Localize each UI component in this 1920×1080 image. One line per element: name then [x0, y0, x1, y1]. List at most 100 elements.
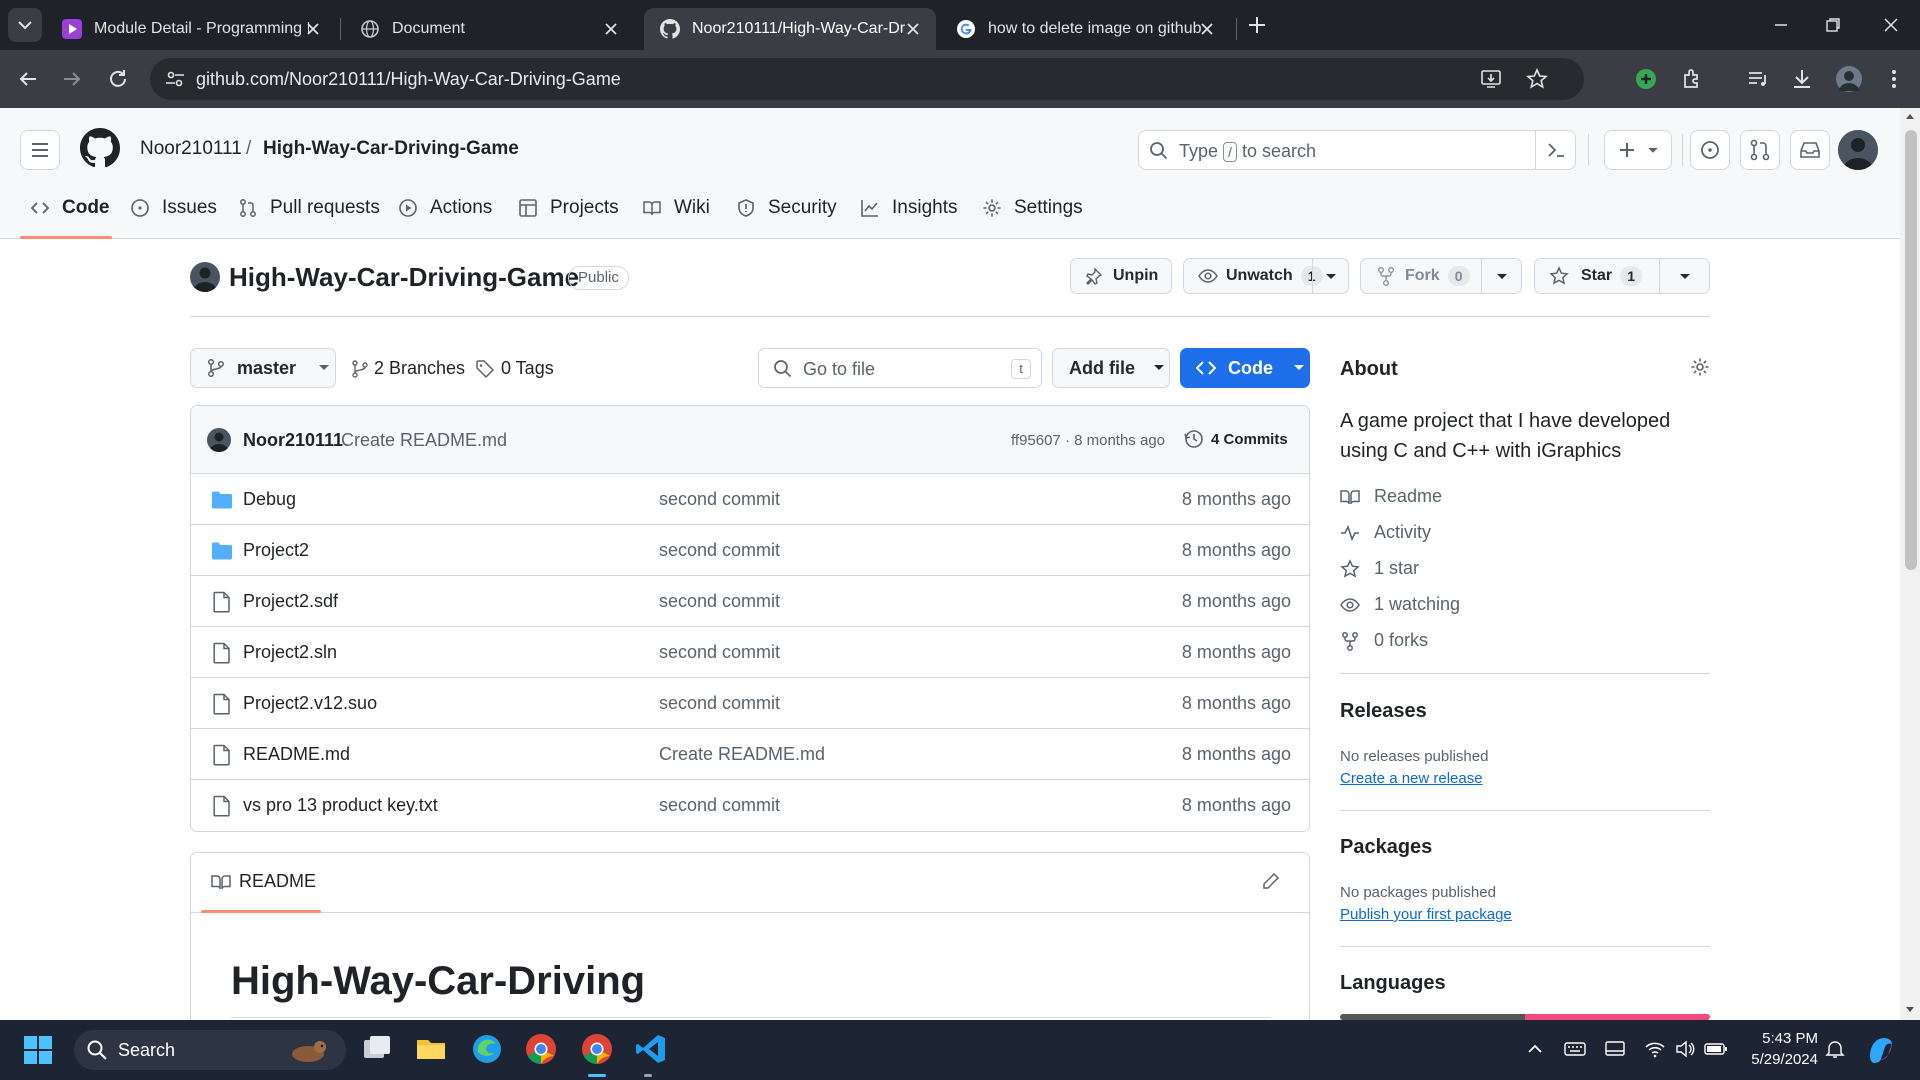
address-bar[interactable]: github.com/Noor210111/High-Way-Car-Drivi…: [150, 58, 1584, 100]
repo-title[interactable]: High-Way-Car-Driving-Game: [229, 262, 579, 293]
more-menu-icon[interactable]: [1882, 67, 1906, 91]
tab-issues[interactable]: Issues: [130, 190, 217, 226]
file-commit-message[interactable]: second commit: [659, 489, 780, 510]
media-controls-icon[interactable]: [1746, 67, 1770, 91]
tab-settings[interactable]: Settings: [982, 190, 1083, 226]
forward-arrow-icon[interactable]: [60, 67, 84, 91]
edge-browser-icon[interactable]: [470, 1032, 504, 1066]
pencil-edit-icon[interactable]: [1261, 871, 1281, 891]
breadcrumb-owner[interactable]: Noor210111: [140, 138, 242, 160]
branch-select-button[interactable]: master: [190, 348, 336, 388]
battery-icon[interactable]: [1704, 1038, 1727, 1060]
chrome-icon[interactable]: [524, 1032, 558, 1066]
commit-meta[interactable]: ff95607 · 8 months ago: [1011, 432, 1165, 449]
file-name[interactable]: Project2.v12.suo: [243, 693, 377, 714]
issues-button[interactable]: [1690, 130, 1730, 170]
file-explorer-icon[interactable]: [414, 1032, 448, 1066]
user-avatar[interactable]: [1838, 130, 1878, 170]
close-icon[interactable]: [904, 20, 922, 38]
forks-link[interactable]: 0 forks: [1340, 630, 1428, 651]
extensions-puzzle-icon[interactable]: [1680, 67, 1704, 91]
chevron-down-icon[interactable]: [1312, 259, 1348, 293]
new-tab-plus-icon[interactable]: [1246, 14, 1268, 36]
commit-message[interactable]: Create README.md: [341, 430, 507, 451]
chevron-up-icon[interactable]: [1524, 1038, 1546, 1060]
create-new-button[interactable]: [1604, 130, 1672, 170]
file-commit-message[interactable]: second commit: [659, 693, 780, 714]
pull-requests-button[interactable]: [1740, 130, 1780, 170]
stars-link[interactable]: 1 star: [1340, 558, 1419, 579]
taskbar-search-box[interactable]: Search: [74, 1030, 346, 1070]
volume-icon[interactable]: [1674, 1038, 1696, 1060]
file-row[interactable]: Project2.v12.suo second commit 8 months …: [191, 678, 1309, 729]
close-icon[interactable]: [602, 20, 620, 38]
chrome-active-icon[interactable]: [580, 1032, 614, 1066]
go-to-file-input[interactable]: Go to file t: [758, 348, 1042, 388]
downloads-icon[interactable]: [1790, 67, 1814, 91]
tab-search-button[interactable]: [8, 8, 42, 42]
keyboard-icon[interactable]: [1564, 1038, 1586, 1060]
tab-module-detail[interactable]: Module Detail - Programming I: [46, 8, 336, 50]
restore-icon[interactable]: [1822, 14, 1844, 36]
command-palette-icon[interactable]: [1535, 131, 1575, 169]
file-name[interactable]: Debug: [243, 489, 296, 510]
scrollbar-thumb[interactable]: [1905, 130, 1917, 570]
tab-document[interactable]: Document: [344, 8, 634, 50]
hamburger-menu-button[interactable]: [20, 130, 60, 170]
tab-wiki[interactable]: Wiki: [642, 190, 710, 226]
file-commit-message[interactable]: second commit: [659, 642, 780, 663]
profile-avatar[interactable]: [1836, 66, 1862, 92]
inbox-button[interactable]: [1790, 130, 1830, 170]
file-row[interactable]: README.md Create README.md 8 months ago: [191, 729, 1309, 780]
fork-button[interactable]: Fork 0: [1360, 258, 1522, 294]
packages-title[interactable]: Packages: [1340, 836, 1432, 859]
bookmark-star-icon[interactable]: [1526, 68, 1548, 90]
file-row[interactable]: vs pro 13 product key.txt second commit …: [191, 780, 1309, 831]
create-release-link[interactable]: Create a new release: [1340, 770, 1483, 787]
releases-title[interactable]: Releases: [1340, 700, 1427, 723]
code-dropdown-button[interactable]: Code: [1180, 348, 1310, 388]
tab-github-repo[interactable]: Noor210111/High-Way-Car-Dr: [644, 8, 936, 50]
file-name[interactable]: README.md: [243, 744, 350, 765]
activity-link[interactable]: Activity: [1340, 522, 1431, 543]
repo-owner-avatar[interactable]: [190, 262, 220, 292]
add-file-button[interactable]: Add file: [1052, 348, 1170, 388]
file-name[interactable]: vs pro 13 product key.txt: [243, 795, 438, 816]
star-button[interactable]: Star 1: [1534, 258, 1710, 294]
close-icon[interactable]: [1198, 20, 1216, 38]
tab-projects[interactable]: Projects: [518, 190, 619, 226]
close-window-icon[interactable]: [1880, 14, 1902, 36]
file-name[interactable]: Project2.sdf: [243, 591, 338, 612]
reload-icon[interactable]: [106, 67, 130, 91]
wifi-icon[interactable]: [1644, 1038, 1666, 1060]
install-app-icon[interactable]: [1480, 68, 1502, 90]
tab-security[interactable]: Security: [736, 190, 837, 226]
commits-link[interactable]: 4 Commits: [1183, 428, 1288, 450]
file-commit-message[interactable]: Create README.md: [659, 744, 825, 765]
tab-insights[interactable]: Insights: [860, 190, 957, 226]
commit-author-avatar[interactable]: [207, 428, 231, 452]
tab-google-search[interactable]: how to delete image on github: [940, 8, 1230, 50]
github-logo-icon[interactable]: [80, 128, 120, 168]
branches-link[interactable]: 2 Branches: [352, 358, 465, 379]
gear-icon[interactable]: [1690, 357, 1710, 377]
watching-link[interactable]: 1 watching: [1340, 594, 1460, 615]
site-info-icon[interactable]: [164, 68, 186, 90]
tab-code[interactable]: Code: [30, 190, 110, 226]
unwatch-button[interactable]: Unwatch 1: [1183, 258, 1349, 294]
windows-start-icon[interactable]: [22, 1034, 54, 1066]
notification-bell-icon[interactable]: [1824, 1038, 1846, 1060]
copilot-icon[interactable]: [1864, 1032, 1898, 1066]
github-search-input[interactable]: Type / to search: [1138, 130, 1576, 170]
unpin-button[interactable]: Unpin: [1070, 258, 1172, 294]
minimize-icon[interactable]: [1770, 14, 1792, 36]
tags-link[interactable]: 0 Tags: [475, 358, 554, 379]
file-row[interactable]: Project2 second commit 8 months ago: [191, 525, 1309, 576]
breadcrumb-repo[interactable]: High-Way-Car-Driving-Game: [263, 138, 519, 160]
task-view-icon[interactable]: [360, 1032, 394, 1066]
file-commit-message[interactable]: second commit: [659, 540, 780, 561]
display-icon[interactable]: [1604, 1038, 1626, 1060]
file-commit-message[interactable]: second commit: [659, 591, 780, 612]
close-icon[interactable]: [304, 20, 322, 38]
extension-green-icon[interactable]: [1634, 67, 1658, 91]
